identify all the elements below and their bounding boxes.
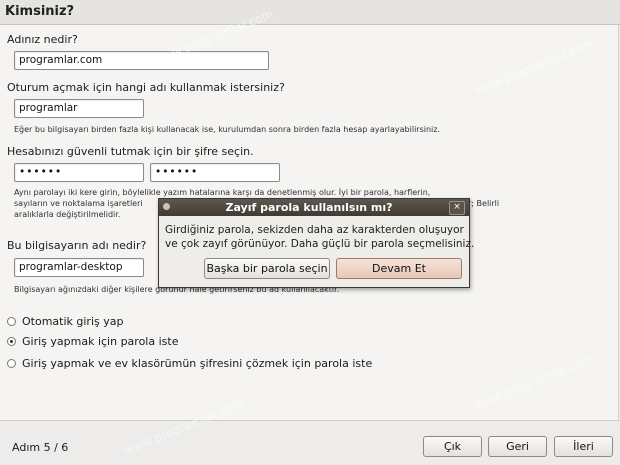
radio-auto-login-label: Otomatik giriş yap xyxy=(22,314,124,328)
radio-button-selected[interactable] xyxy=(7,336,16,346)
password-label: Hesabınızı güvenli tutmak için bir şifre… xyxy=(7,145,254,158)
password-hint-line3: aralıklarla değiştirilmelidir. xyxy=(14,210,121,219)
dialog-message-line1: Girdiğiniz parola, sekizden daha az kara… xyxy=(165,224,464,236)
dialog-title: Zayıf parola kullanılsın mı? xyxy=(225,201,393,214)
weak-password-dialog: Zayıf parola kullanılsın mı? × Girdiğini… xyxy=(158,198,474,288)
close-icon[interactable]: × xyxy=(449,201,465,215)
name-label: Adınız nedir? xyxy=(7,33,78,46)
dialog-message: Girdiğiniz parola, sekizden daha az kara… xyxy=(165,223,474,251)
forward-button[interactable]: İleri xyxy=(554,436,613,457)
dialog-titlebar[interactable]: Zayıf parola kullanılsın mı? × xyxy=(159,199,469,216)
step-indicator: Adım 5 / 6 xyxy=(12,441,69,454)
radio-auto-login[interactable]: Otomatik giriş yap xyxy=(7,313,123,329)
radio-button[interactable] xyxy=(7,358,16,368)
radio-encrypt-home-label: Giriş yapmak ve ev klasörümün şifresini … xyxy=(22,356,373,370)
login-name-label: Oturum açmak için hangi adı kullanmak is… xyxy=(7,81,285,94)
login-name-field[interactable]: programlar xyxy=(14,99,144,118)
radio-require-password[interactable]: Giriş yapmak için parola iste xyxy=(7,333,178,349)
computer-name-field[interactable]: programlar-desktop xyxy=(14,258,144,277)
dialog-message-line2: ve çok zayıf görünüyor. Daha güçlü bir p… xyxy=(165,238,475,250)
page-title: Kimsiniz? xyxy=(5,4,75,19)
radio-encrypt-home[interactable]: Giriş yapmak ve ev klasörümün şifresini … xyxy=(7,355,372,371)
continue-button[interactable]: Devam Et xyxy=(336,258,462,279)
password-hint-line2-tail: r; Belirli xyxy=(468,199,500,208)
password-hint-line2: sayıların ve noktalama işaretleri xyxy=(14,199,143,208)
radio-require-password-label: Giriş yapmak için parola iste xyxy=(22,334,179,348)
page-header: Kimsiniz? xyxy=(0,0,620,25)
choose-another-password-button[interactable]: Başka bir parola seçin xyxy=(204,258,330,279)
quit-button[interactable]: Çık xyxy=(423,436,482,457)
login-name-hint: Eğer bu bilgisayarı birden fazla kişi ku… xyxy=(14,125,440,134)
password-field[interactable]: •••••• xyxy=(14,163,144,182)
name-field[interactable]: programlar.com xyxy=(14,51,269,70)
password-hint-line1: Aynı parolayı iki kere girin, böylelikle… xyxy=(14,188,431,197)
computer-name-label: Bu bilgisayarın adı nedir? xyxy=(7,239,147,252)
password-confirm-field[interactable]: •••••• xyxy=(150,163,280,182)
radio-button[interactable] xyxy=(7,316,16,326)
back-button[interactable]: Geri xyxy=(488,436,547,457)
